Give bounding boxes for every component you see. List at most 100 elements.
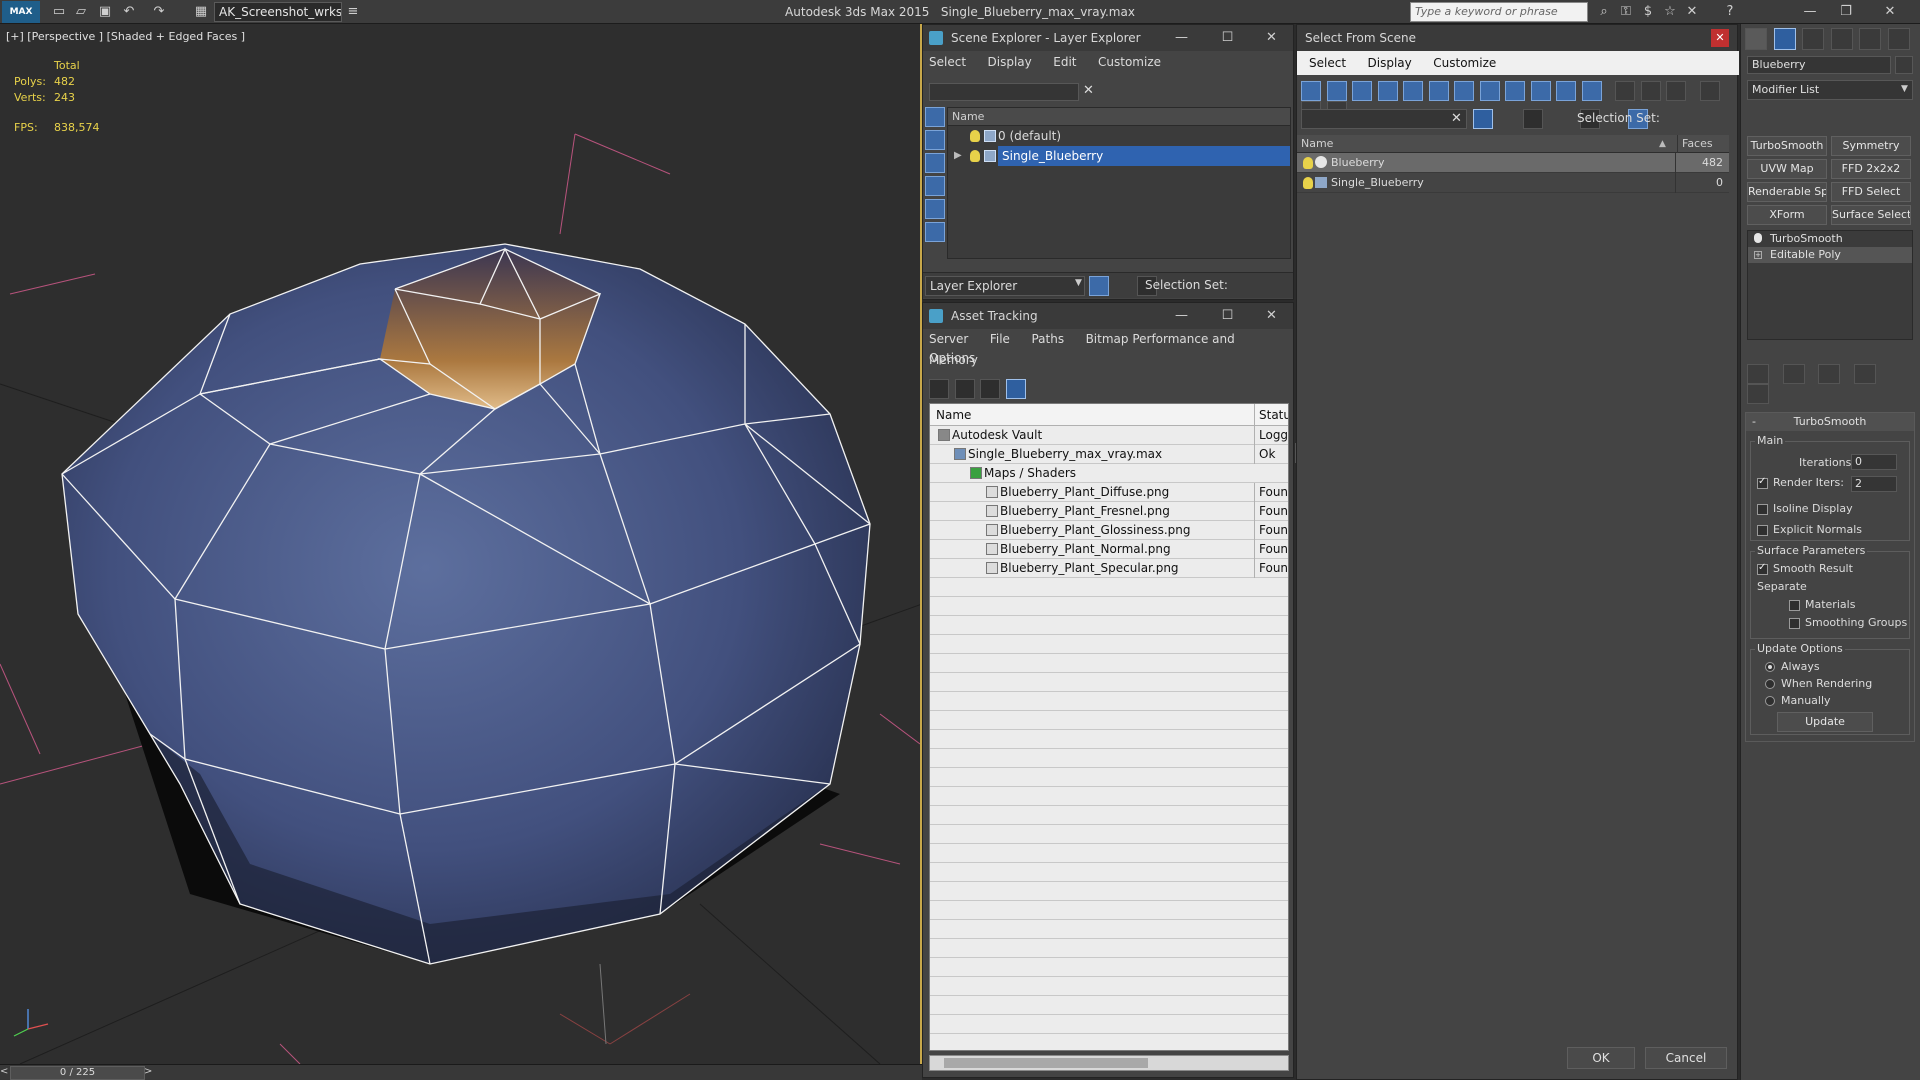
minimize-icon[interactable]: — (1800, 3, 1820, 21)
layer-visible-bulb-icon[interactable] (970, 130, 980, 142)
asset-row[interactable]: Blueberry_Plant_Fresnel.png Found (930, 502, 1288, 521)
object-bulb-icon[interactable] (1303, 177, 1313, 189)
asset-row[interactable]: Blueberry_Plant_Diffuse.png Found (930, 483, 1288, 502)
at-menu-paths[interactable]: Paths (1031, 332, 1064, 346)
app-logo-icon[interactable]: MAX (2, 1, 40, 23)
utilities-tab-icon[interactable] (1887, 28, 1910, 50)
at-list-icon[interactable] (954, 379, 975, 399)
smooth-result-checkbox[interactable] (1757, 562, 1768, 575)
ss-sort-icon[interactable] (1522, 109, 1543, 129)
iterations-spinner[interactable]: 0 (1851, 454, 1897, 470)
time-prev-icon[interactable]: < (0, 1065, 10, 1079)
modifier-list-dropdown[interactable]: Modifier List (1747, 80, 1913, 100)
update-manually-radio[interactable] (1765, 696, 1775, 706)
ss-object-row[interactable]: Single_Blueberry 0 (1297, 173, 1729, 193)
stack-item-editable-poly[interactable]: + Editable Poly (1748, 247, 1912, 263)
motion-tab-icon[interactable] (1830, 28, 1853, 50)
explorer-type-dropdown[interactable]: Layer Explorer (925, 276, 1085, 296)
show-end-result-icon[interactable] (1782, 364, 1805, 384)
at-maximize-icon[interactable]: ☐ (1205, 303, 1250, 329)
hierarchy-tab-icon[interactable] (1802, 28, 1824, 50)
at-column-status[interactable]: Status (1254, 404, 1288, 426)
ss-filter-toggle-icon[interactable] (1473, 109, 1493, 129)
close-icon[interactable]: ✕ (1880, 3, 1900, 21)
ss-shapes-icon[interactable] (1352, 81, 1372, 101)
se-maximize-icon[interactable]: ☐ (1205, 25, 1250, 51)
ss-bones-icon[interactable] (1530, 81, 1551, 101)
explicit-normals-checkbox[interactable] (1757, 525, 1768, 536)
save-file-icon[interactable]: ▣ (96, 3, 114, 21)
redo-icon[interactable]: ↷ (150, 3, 168, 21)
configure-sets-icon[interactable] (1747, 384, 1769, 404)
ss-cameras-icon[interactable] (1403, 81, 1423, 101)
rollout-title[interactable]: - TurboSmooth (1746, 413, 1914, 431)
scene-explorer-titlebar[interactable]: Scene Explorer - Layer Explorer — ☐ ✕ (923, 25, 1293, 51)
search-input[interactable]: Type a keyword or phrase (1410, 2, 1588, 22)
ss-close-icon[interactable]: ✕ (1711, 29, 1729, 47)
update-when-rendering-radio[interactable] (1765, 679, 1775, 689)
at-minimize-icon[interactable]: — (1159, 303, 1204, 329)
asset-row[interactable]: Maps / Shaders (930, 464, 1288, 483)
asset-row[interactable]: Blueberry_Plant_Glossiness.png Found (930, 521, 1288, 540)
se-display-cameras-icon[interactable] (925, 199, 945, 219)
render-iters-spinner[interactable]: 2 (1851, 476, 1897, 492)
qat-menu-icon[interactable]: ≡ (344, 3, 362, 21)
render-iters-checkbox[interactable] (1757, 476, 1768, 489)
collapse-icon[interactable]: - (1752, 413, 1756, 431)
ss-invert-icon[interactable] (1666, 81, 1686, 101)
ss-select-none-icon[interactable] (1640, 81, 1661, 101)
isoline-display-checkbox[interactable] (1757, 504, 1768, 515)
object-bulb-icon[interactable] (1303, 157, 1313, 169)
layer-row[interactable]: ▶ Single_Blueberry (948, 146, 1290, 166)
layer-row[interactable]: 0 (default) (948, 126, 1290, 146)
make-unique-icon[interactable] (1818, 364, 1840, 384)
ss-titlebar[interactable]: Select From Scene (1297, 25, 1737, 51)
ffd-select-modifier-button[interactable]: FFD Select (1831, 182, 1911, 202)
ss-lights-icon[interactable] (1377, 81, 1398, 101)
undo-icon[interactable]: ↶ (120, 3, 138, 21)
at-scroll-thumb[interactable] (944, 1058, 1148, 1068)
display-tab-icon[interactable] (1859, 28, 1881, 50)
se-display-geometry-icon[interactable] (925, 130, 945, 150)
workspace-dropdown[interactable]: AK_Screenshot_wrksp (214, 2, 342, 22)
se-close-icon[interactable]: ✕ (1249, 25, 1294, 51)
materials-checkbox[interactable] (1789, 600, 1800, 611)
se-display-shapes-icon[interactable] (925, 153, 945, 173)
asset-row[interactable]: Autodesk Vault Logged (930, 426, 1288, 445)
turbosmooth-modifier-button[interactable]: TurboSmooth (1747, 136, 1827, 156)
ss-column-name[interactable]: Name (1301, 135, 1333, 153)
ss-menu-display[interactable]: Display (1368, 56, 1412, 70)
at-menu-file[interactable]: File (990, 332, 1010, 346)
se-display-lights-icon[interactable] (925, 176, 945, 196)
time-slider-bar[interactable]: < 0 / 225 > (0, 1064, 922, 1080)
ffd-modifier-button[interactable]: FFD 2x2x2 (1831, 159, 1911, 179)
se-menu-display[interactable]: Display (988, 55, 1032, 69)
se-find-input[interactable] (929, 83, 1079, 101)
ss-helpers-icon[interactable] (1428, 81, 1449, 101)
favorite-star-icon[interactable]: ☆ (1660, 3, 1680, 21)
ss-menu-select[interactable]: Select (1309, 56, 1346, 70)
binoculars-icon[interactable]: ⌕ (1594, 3, 1614, 21)
ss-clear-icon[interactable]: ✕ (1451, 111, 1462, 126)
at-menu-options[interactable]: Options (929, 351, 975, 365)
ss-xrefs-icon[interactable] (1505, 81, 1525, 101)
create-tab-icon[interactable] (1745, 28, 1767, 50)
asset-row[interactable]: Blueberry_Plant_Normal.png Found (930, 540, 1288, 559)
se-menu-edit[interactable]: Edit (1053, 55, 1076, 69)
se-display-helpers-icon[interactable] (925, 222, 945, 242)
asset-row[interactable]: Blueberry_Plant_Specular.png Found (930, 559, 1288, 578)
update-button[interactable]: Update (1777, 712, 1873, 732)
se-layer-toggle-icon[interactable] (1089, 276, 1109, 296)
expand-plus-icon[interactable]: + (1754, 251, 1762, 259)
ok-button[interactable]: OK (1567, 1047, 1635, 1069)
xform-modifier-button[interactable]: XForm (1747, 205, 1827, 225)
perspective-viewport[interactable]: [+] [Perspective ] [Shaded + Edged Faces… (0, 24, 922, 1064)
keys-icon[interactable]: ⚿ (1616, 3, 1636, 21)
at-close-icon[interactable]: ✕ (1249, 303, 1294, 329)
ss-all-icon[interactable] (1301, 81, 1321, 101)
ss-spacewarps-icon[interactable] (1454, 81, 1474, 101)
modifier-bulb-icon[interactable] (1754, 233, 1762, 243)
new-file-icon[interactable]: ▭ (50, 3, 68, 21)
ss-select-all-icon[interactable] (1615, 81, 1635, 101)
exchange-icon[interactable]: ✕ (1682, 3, 1702, 21)
